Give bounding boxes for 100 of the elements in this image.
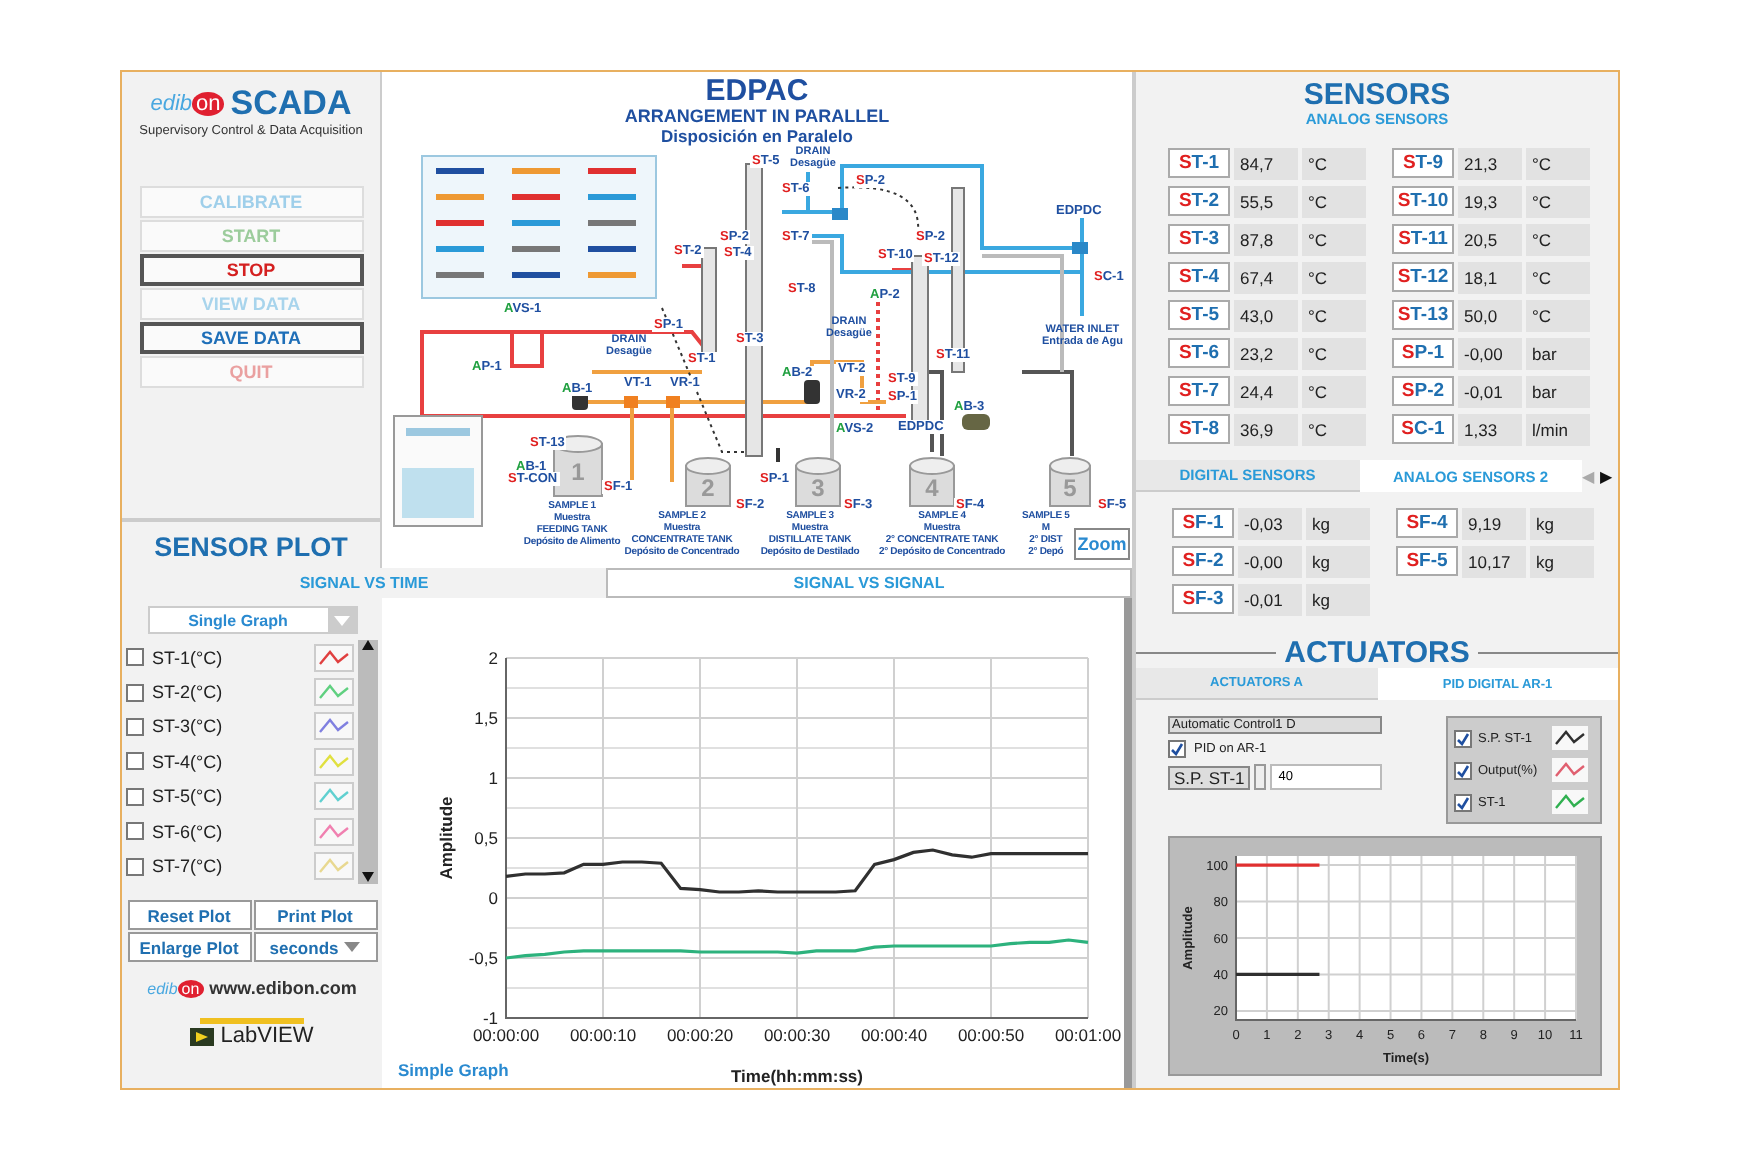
line-style-swatch[interactable]: [314, 747, 354, 776]
zoom-button[interactable]: Zoom: [1074, 528, 1130, 560]
sensor-value: 10,17: [1462, 545, 1526, 577]
scroll-up-icon[interactable]: [362, 640, 374, 652]
sensor-value: 84,7: [1234, 147, 1298, 179]
sensor-tag: ST-8: [1168, 414, 1230, 444]
diagram-subtitle: Disposición en Paralelo: [659, 126, 855, 146]
tick-label: 0: [488, 887, 498, 908]
sensor-value: -0,03: [1238, 507, 1302, 539]
signal-label: ST-7(°C): [152, 856, 225, 877]
checkbox[interactable]: [1454, 793, 1472, 811]
signal-label: ST-1(°C): [152, 647, 225, 668]
tick-label: 1: [488, 767, 498, 788]
checkbox[interactable]: [1168, 740, 1186, 758]
checkbox[interactable]: [126, 648, 144, 667]
section-title: ACTUATORS: [1282, 638, 1472, 668]
sensor-value: -0,00: [1458, 337, 1522, 369]
signal-label: ST-2(°C): [152, 682, 225, 703]
checkbox[interactable]: [126, 857, 144, 876]
sensor-tag: ST-4: [1168, 262, 1230, 292]
sensor-unit: kg: [1306, 507, 1370, 539]
setpoint-label: S.P. ST-1: [1168, 765, 1251, 789]
sensor-value: 21,3: [1458, 147, 1522, 179]
checkbox[interactable]: [126, 787, 144, 806]
sensor-tag: SF-1: [1172, 508, 1234, 538]
tick-label: 1,5: [474, 707, 498, 728]
spinner[interactable]: [1254, 764, 1267, 790]
sensor-unit: bar: [1526, 375, 1590, 407]
graph-caption: Simple Graph: [398, 1060, 509, 1080]
sensor-value: 9,19: [1462, 507, 1526, 539]
sensor-tag: SF-2: [1172, 546, 1234, 576]
scroll-down-icon[interactable]: [362, 872, 374, 884]
signal-label: ST-4(°C): [152, 751, 225, 772]
tick-label: 00:01:00: [1054, 1025, 1122, 1045]
sensor-tag: SP-2: [1392, 376, 1454, 406]
graph-mode-dropdown[interactable]: Single Graph: [147, 606, 357, 634]
sensor-unit: °C: [1302, 223, 1366, 255]
tick-label: 2: [488, 647, 498, 668]
checkbox[interactable]: [1454, 729, 1472, 747]
tick-label: 00:00:20: [666, 1025, 734, 1045]
sensor-tag: ST-12: [1392, 262, 1454, 292]
plot-button[interactable]: Print Plot: [253, 900, 377, 930]
plot-button[interactable]: Enlarge Plot: [127, 932, 251, 962]
line-style-swatch[interactable]: [314, 712, 354, 741]
control-button[interactable]: STOP: [139, 254, 363, 286]
sensor-tag: ST-3: [1168, 224, 1230, 254]
signal-label: ST-6(°C): [152, 821, 225, 842]
plot-button[interactable]: Reset Plot: [127, 900, 251, 930]
tab-scroll-arrow[interactable]: ▶: [1600, 460, 1618, 492]
diagram-title: EDPAC: [703, 74, 811, 108]
sensor-tag: ST-9: [1392, 148, 1454, 178]
logo-bar-icon: [200, 1018, 304, 1024]
tick-label: 00:00:00: [472, 1025, 540, 1045]
sensor-unit: °C: [1302, 147, 1366, 179]
tank-number: 2: [701, 474, 715, 502]
sensor-unit: °C: [1526, 299, 1590, 331]
sensor-tag: ST-11: [1392, 224, 1454, 254]
line-style-swatch[interactable]: [314, 852, 354, 881]
scrollbar[interactable]: [358, 640, 378, 884]
sensor-tag: ST-7: [1168, 376, 1230, 406]
sensor-unit: kg: [1530, 545, 1594, 577]
line-style-swatch[interactable]: [314, 782, 354, 811]
checkbox[interactable]: [126, 717, 144, 736]
sensor-value: 18,1: [1458, 261, 1522, 293]
tank-number: 1: [571, 458, 585, 486]
sensor-tag: SF-3: [1172, 584, 1234, 614]
line-style-swatch[interactable]: [314, 643, 354, 672]
sensor-unit: °C: [1526, 185, 1590, 217]
sensor-unit: l/min: [1526, 413, 1590, 445]
tank-number: 4: [925, 474, 939, 502]
checkbox[interactable]: [126, 822, 144, 841]
labview-logo: LabVIEW: [220, 1024, 314, 1048]
product-name: SCADA: [230, 84, 352, 124]
tick-label: -0,5: [468, 947, 498, 968]
time-unit-dropdown[interactable]: seconds: [253, 932, 377, 962]
sensor-value: -0,01: [1458, 375, 1522, 407]
sensor-value: 20,5: [1458, 223, 1522, 255]
sensor-tag: SP-1: [1392, 338, 1454, 368]
plot-tab[interactable]: SIGNAL VS SIGNAL: [606, 568, 1132, 598]
checkbox[interactable]: [126, 752, 144, 771]
sensor-value: 50,0: [1458, 299, 1522, 331]
website-link[interactable]: www.edibon.com: [209, 978, 357, 998]
sensor-value: 36,9: [1234, 413, 1298, 445]
line-style-swatch[interactable]: [314, 678, 354, 707]
sensor-tag: ST-13: [1392, 300, 1454, 330]
checkbox[interactable]: [1454, 761, 1472, 779]
line-style-swatch[interactable]: [1550, 756, 1590, 784]
line-style-swatch[interactable]: [314, 817, 354, 846]
sensor-tag: SF-5: [1396, 546, 1458, 576]
edibon-logo: edibon: [150, 92, 225, 116]
edibon-logo: edibon: [147, 979, 204, 997]
checkbox[interactable]: [126, 683, 144, 702]
tank-number: 3: [811, 474, 825, 502]
line-style-swatch[interactable]: [1550, 788, 1590, 816]
control-button[interactable]: SAVE DATA: [139, 322, 363, 354]
caret-icon: [344, 942, 361, 952]
line-style-swatch[interactable]: [1550, 724, 1590, 752]
sensor-tag: ST-5: [1168, 300, 1230, 330]
sensor-value: 19,3: [1458, 185, 1522, 217]
sensor-unit: kg: [1530, 507, 1594, 539]
